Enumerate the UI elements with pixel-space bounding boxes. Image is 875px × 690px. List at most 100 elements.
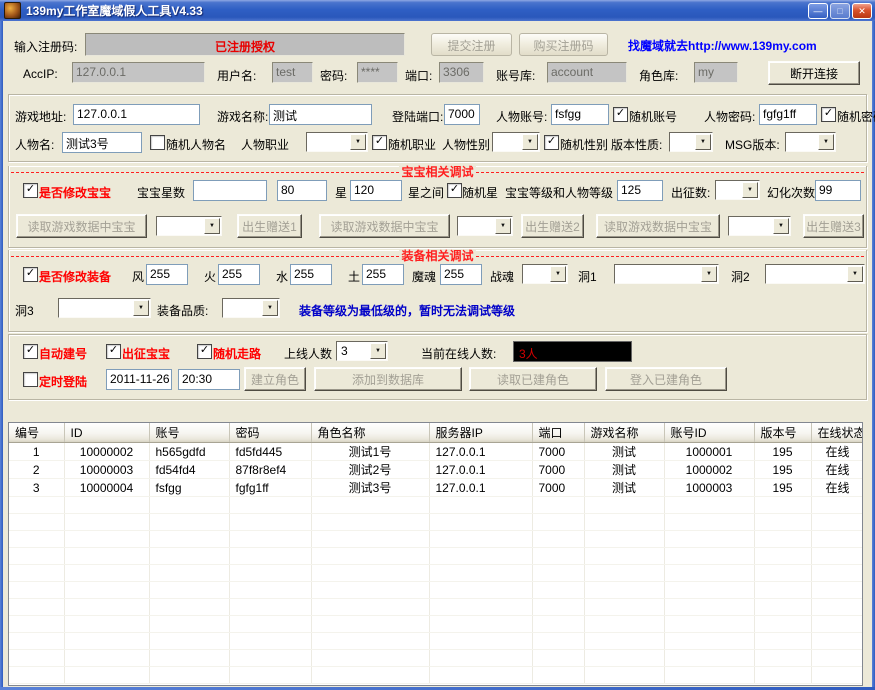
table-cell[interactable]: 测试3号 <box>311 479 429 497</box>
table-cell[interactable]: 7000 <box>532 461 584 479</box>
promo-link[interactable]: 找魔域就去http://www.139my.com <box>628 37 817 54</box>
random-charname-checkbox[interactable] <box>150 135 165 150</box>
db-password-field[interactable]: **** <box>357 62 398 83</box>
dropdown-arrow-icon[interactable]: ▼ <box>550 266 566 282</box>
table-cell[interactable]: 测试2号 <box>311 461 429 479</box>
dropdown-arrow-icon[interactable]: ▼ <box>370 343 386 359</box>
account-db-field[interactable]: account <box>547 62 627 83</box>
quality-combo[interactable]: ▼ <box>222 298 280 318</box>
random-gender-checkbox[interactable]: ✓ <box>544 135 559 150</box>
random-job-checkbox[interactable]: ✓ <box>372 135 387 150</box>
table-cell[interactable]: 127.0.0.1 <box>429 479 532 497</box>
table-cell[interactable]: fgfg1ff <box>229 479 311 497</box>
table-cell[interactable]: 在线 <box>811 479 863 497</box>
star-max-field[interactable]: 120 <box>350 180 402 201</box>
dropdown-arrow-icon[interactable]: ▼ <box>701 266 717 282</box>
random-star-checkbox[interactable]: ✓ <box>447 183 462 198</box>
column-header[interactable]: 端口 <box>532 423 584 443</box>
table-cell[interactable]: 7000 <box>532 479 584 497</box>
huanhua-field[interactable]: 99 <box>815 180 861 201</box>
gender-combo[interactable]: ▼ <box>492 132 540 152</box>
table-cell[interactable]: 195 <box>754 461 811 479</box>
dropdown-arrow-icon[interactable]: ▼ <box>773 218 789 234</box>
random-account-checkbox[interactable]: ✓ <box>613 107 628 122</box>
timed-login-checkbox[interactable] <box>23 372 38 387</box>
table-cell[interactable]: 测试 <box>584 461 664 479</box>
star-min-field[interactable]: 80 <box>277 180 327 201</box>
game-name-field[interactable]: 测试 <box>269 104 372 125</box>
read-roles-button[interactable]: 读取已建角色 <box>469 367 597 391</box>
column-header[interactable]: 角色名称 <box>311 423 429 443</box>
dropdown-arrow-icon[interactable]: ▼ <box>204 218 220 234</box>
table-cell[interactable]: 3 <box>9 479 64 497</box>
table-row[interactable]: 210000003fd54fd487f8r8ef4测试2号127.0.0.170… <box>9 461 863 479</box>
random-walk-checkbox[interactable]: ✓ <box>197 344 212 359</box>
pet-select-combo-2[interactable]: ▼ <box>457 216 513 236</box>
read-pet-button-3[interactable]: 读取游戏数据中宝宝 <box>596 214 720 238</box>
submit-register-button[interactable]: 提交注册 <box>431 33 512 56</box>
table-cell[interactable]: 测试 <box>584 479 664 497</box>
table-cell[interactable]: 7000 <box>532 443 584 461</box>
zhanhun-combo[interactable]: ▼ <box>522 264 568 284</box>
dropdown-arrow-icon[interactable]: ▼ <box>522 134 538 150</box>
login-port-field[interactable]: 7000 <box>444 104 480 125</box>
table-cell[interactable]: 10000003 <box>64 461 149 479</box>
table-cell[interactable]: 195 <box>754 443 811 461</box>
table-cell[interactable]: h565gdfd <box>149 443 229 461</box>
table-cell[interactable]: 1 <box>9 443 64 461</box>
birth-gift-button-2[interactable]: 出生赠送2 <box>521 214 584 238</box>
table-cell[interactable]: 2 <box>9 461 64 479</box>
dropdown-arrow-icon[interactable]: ▼ <box>695 134 711 150</box>
table-cell[interactable]: fd5fd445 <box>229 443 311 461</box>
add-to-db-button[interactable]: 添加到数据库 <box>314 367 462 391</box>
table-cell[interactable]: 127.0.0.1 <box>429 461 532 479</box>
fire-field[interactable]: 255 <box>218 264 260 285</box>
pet-battle-checkbox[interactable]: ✓ <box>106 344 121 359</box>
online-count-combo[interactable]: 3▼ <box>336 341 388 361</box>
dropdown-arrow-icon[interactable]: ▼ <box>495 218 511 234</box>
table-cell[interactable]: 87f8r8ef4 <box>229 461 311 479</box>
username-field[interactable]: test <box>272 62 313 83</box>
table-cell[interactable]: 195 <box>754 479 811 497</box>
table-cell[interactable]: fd54fd4 <box>149 461 229 479</box>
modify-equip-checkbox[interactable]: ✓ <box>23 267 38 282</box>
dropdown-arrow-icon[interactable]: ▼ <box>847 266 863 282</box>
dropdown-arrow-icon[interactable]: ▼ <box>133 300 149 316</box>
table-cell[interactable]: 1000001 <box>664 443 754 461</box>
table-cell[interactable]: 测试 <box>584 443 664 461</box>
table-cell[interactable]: 127.0.0.1 <box>429 443 532 461</box>
pet-level-field[interactable]: 125 <box>617 180 663 201</box>
table-cell[interactable]: 在线 <box>811 461 863 479</box>
water-field[interactable]: 255 <box>290 264 332 285</box>
table-cell[interactable]: 1000002 <box>664 461 754 479</box>
dropdown-arrow-icon[interactable]: ▼ <box>742 182 758 198</box>
role-db-field[interactable]: my <box>694 62 738 83</box>
pet-select-combo-1[interactable]: ▼ <box>156 216 222 236</box>
char-password-field[interactable]: fgfg1ff <box>759 104 817 125</box>
buy-regcode-button[interactable]: 购买注册码 <box>519 33 608 56</box>
battle-count-combo[interactable]: ▼ <box>715 180 760 200</box>
create-role-button[interactable]: 建立角色 <box>244 367 306 391</box>
birth-gift-button-3[interactable]: 出生赠送3 <box>803 214 864 238</box>
dropdown-arrow-icon[interactable]: ▼ <box>350 134 366 150</box>
char-account-field[interactable]: fsfgg <box>551 104 609 125</box>
char-name-field[interactable]: 测试3号 <box>62 132 142 153</box>
table-cell[interactable]: 10000002 <box>64 443 149 461</box>
column-header[interactable]: 在线状态 <box>811 423 863 443</box>
disconnect-button[interactable]: 断开连接 <box>768 61 860 85</box>
modify-pet-checkbox[interactable]: ✓ <box>23 183 38 198</box>
game-address-field[interactable]: 127.0.0.1 <box>73 104 200 125</box>
column-header[interactable]: 服务器IP <box>429 423 532 443</box>
table-cell[interactable]: fsfgg <box>149 479 229 497</box>
login-date-field[interactable]: 2011-11-26 <box>106 369 172 390</box>
hole3-combo[interactable]: ▼ <box>58 298 151 318</box>
dropdown-arrow-icon[interactable]: ▼ <box>818 134 834 150</box>
version-combo[interactable]: ▼ <box>669 132 713 152</box>
column-header[interactable]: 密码 <box>229 423 311 443</box>
table-cell[interactable]: 10000004 <box>64 479 149 497</box>
column-header[interactable]: ID <box>64 423 149 443</box>
auto-create-checkbox[interactable]: ✓ <box>23 344 38 359</box>
table-cell[interactable]: 测试1号 <box>311 443 429 461</box>
column-header[interactable]: 账号 <box>149 423 229 443</box>
column-header[interactable]: 编号 <box>9 423 64 443</box>
